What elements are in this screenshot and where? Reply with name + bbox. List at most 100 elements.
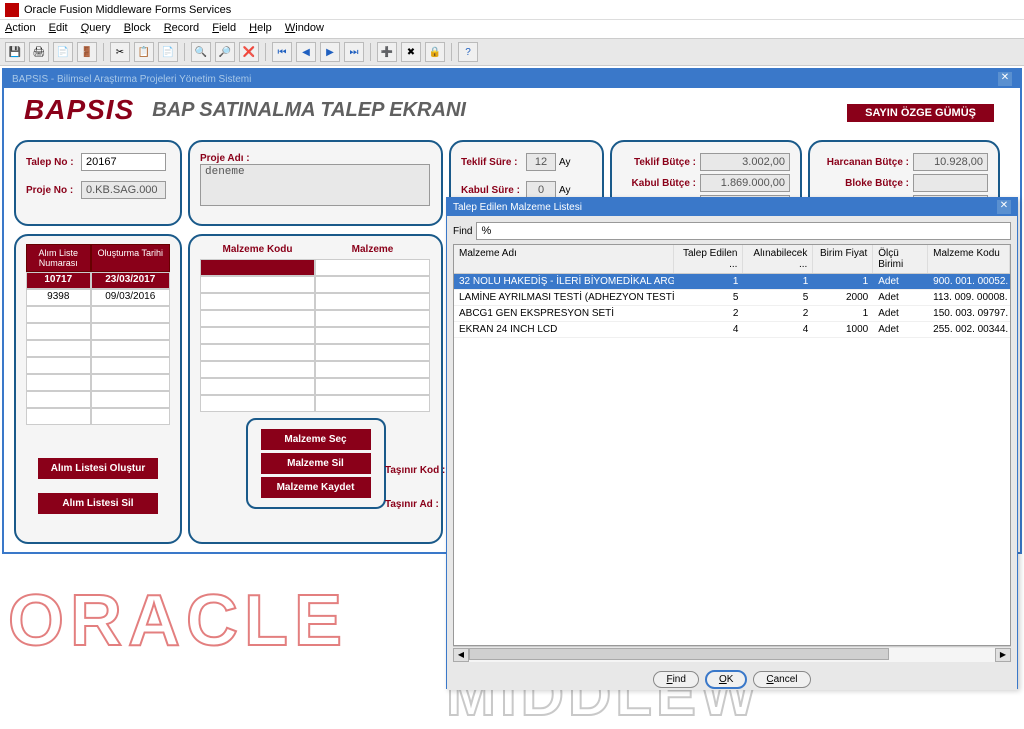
teklif-butce-input[interactable] — [700, 153, 790, 171]
modal-cancel-button[interactable]: Cancel — [753, 671, 810, 688]
mat-row-empty[interactable] — [200, 344, 431, 361]
gc-fiyat: 1000 — [813, 322, 873, 337]
tb-insert-icon[interactable]: ➕ — [377, 42, 397, 62]
tb-sep — [103, 43, 104, 61]
talep-no-input[interactable] — [81, 153, 166, 171]
modal-malzeme-listesi: Talep Edilen Malzeme Listesi ✕ Find Malz… — [446, 197, 1018, 689]
ay-suffix: Ay — [559, 157, 571, 168]
tb-paste-icon[interactable]: 📄 — [158, 42, 178, 62]
menu-record[interactable]: Record — [164, 22, 199, 34]
teklif-sure-label: Teklif Süre : — [461, 157, 526, 168]
mat-row-empty[interactable] — [200, 395, 431, 412]
alim-sil-button[interactable]: Alım Listesi Sil — [38, 493, 158, 514]
hs-track[interactable] — [469, 648, 995, 662]
tb-last-icon[interactable]: ⏭ — [344, 42, 364, 62]
toolbar: 💾 🖨 📄 🚪 ✂ 📋 📄 🔍 🔎 ❌ ⏮ ◀ ▶ ⏭ ➕ ✖ 🔒 ? — [0, 38, 1024, 66]
menu-query[interactable]: Query — [81, 22, 111, 34]
gc-adi: 32 NOLU HAKEDİŞ - İLERİ BİYOMEDİKAL ARGE… — [454, 274, 674, 289]
hs-right-icon[interactable]: ▶ — [995, 648, 1011, 662]
tb-query-cancel-icon[interactable]: ❌ — [239, 42, 259, 62]
mat-row-empty[interactable] — [200, 259, 431, 276]
menu-edit[interactable]: Edit — [49, 22, 68, 34]
teklif-sure-input[interactable] — [526, 153, 556, 171]
gh-alinabilecek[interactable]: Alınabilecek ... — [743, 245, 813, 273]
kabul-butce-input[interactable] — [700, 174, 790, 192]
talep-no-label: Talep No : — [26, 157, 81, 168]
mat-row-empty[interactable] — [200, 327, 431, 344]
gc-olcu: Adet — [873, 322, 928, 337]
inner-title: BAPSIS - Bilimsel Araştırma Projeleri Yö… — [12, 74, 251, 85]
tb-query-exec-icon[interactable]: 🔎 — [215, 42, 235, 62]
tb-setup-icon[interactable]: 📄 — [53, 42, 73, 62]
tb-cut-icon[interactable]: ✂ — [110, 42, 130, 62]
alim-row[interactable]: 939809/03/2016 — [26, 289, 170, 306]
grid-row[interactable]: LAMİNE AYRILMASI TESTİ (ADHEZYON TESTİ) … — [454, 290, 1010, 306]
tb-lock-icon[interactable]: 🔒 — [425, 42, 445, 62]
modal-titlebar: Talep Edilen Malzeme Listesi ✕ — [447, 198, 1017, 216]
inner-close-icon[interactable]: ✕ — [998, 72, 1012, 86]
modal-find-button[interactable]: Find — [653, 671, 698, 688]
mat-row-empty[interactable] — [200, 361, 431, 378]
gh-kod[interactable]: Malzeme Kodu — [928, 245, 1010, 273]
menu-field[interactable]: Field — [212, 22, 236, 34]
alim-row-empty[interactable] — [26, 408, 170, 425]
menu-window[interactable]: Window — [285, 22, 324, 34]
malzeme-kaydet-button[interactable]: Malzeme Kaydet — [261, 477, 371, 498]
menu-action[interactable]: Action — [5, 22, 36, 34]
gc-olcu: Adet — [873, 290, 928, 305]
malzeme-sil-button[interactable]: Malzeme Sil — [261, 453, 371, 474]
tb-query-enter-icon[interactable]: 🔍 — [191, 42, 211, 62]
menu-block[interactable]: Block — [124, 22, 151, 34]
harcanan-butce-label: Harcanan Bütçe : — [820, 157, 913, 168]
tb-exit-icon[interactable]: 🚪 — [77, 42, 97, 62]
menu-help[interactable]: Help — [249, 22, 272, 34]
gc-adi: ABCG1 GEN EKSPRESYON SETİ — [454, 306, 674, 321]
grid-row[interactable]: EKRAN 24 INCH LCD 4 4 1000 Adet 255. 002… — [454, 322, 1010, 338]
tb-save-icon[interactable]: 💾 — [5, 42, 25, 62]
modal-ok-button[interactable]: OK — [705, 670, 747, 689]
grid-row[interactable]: ABCG1 GEN EKSPRESYON SETİ 2 2 1 Adet 150… — [454, 306, 1010, 322]
proje-no-input[interactable] — [81, 181, 166, 199]
modal-close-icon[interactable]: ✕ — [997, 200, 1011, 214]
hs-left-icon[interactable]: ◀ — [453, 648, 469, 662]
alim-row-empty[interactable] — [26, 391, 170, 408]
ay-suffix2: Ay — [559, 185, 571, 196]
tb-next-icon[interactable]: ▶ — [320, 42, 340, 62]
alim-row-empty[interactable] — [26, 374, 170, 391]
mat-row-empty[interactable] — [200, 276, 431, 293]
tb-first-icon[interactable]: ⏮ — [272, 42, 292, 62]
harcanan-butce-input[interactable] — [913, 153, 988, 171]
alim-row-empty[interactable] — [26, 306, 170, 323]
alim-no: 10717 — [26, 272, 91, 289]
grid-row[interactable]: 32 NOLU HAKEDİŞ - İLERİ BİYOMEDİKAL ARGE… — [454, 274, 1010, 290]
mat-row-empty[interactable] — [200, 293, 431, 310]
alim-row-empty[interactable] — [26, 357, 170, 374]
list-h2: Oluşturma Tarihi — [91, 244, 170, 272]
tb-remove-icon[interactable]: ✖ — [401, 42, 421, 62]
gh-olcu[interactable]: Ölçü Birimi — [873, 245, 928, 273]
mat-row-empty[interactable] — [200, 378, 431, 395]
gc-olcu: Adet — [873, 274, 928, 289]
alim-row-empty[interactable] — [26, 340, 170, 357]
proje-adi-input[interactable]: deneme — [200, 164, 430, 206]
gh-malzeme-adi[interactable]: Malzeme Adı — [454, 245, 674, 273]
tb-print-icon[interactable]: 🖨 — [29, 42, 49, 62]
malzeme-sec-button[interactable]: Malzeme Seç — [261, 429, 371, 450]
alim-row[interactable]: 1071723/03/2017 — [26, 272, 170, 289]
gh-birim-fiyat[interactable]: Birim Fiyat — [813, 245, 873, 273]
alim-olustur-button[interactable]: Alım Listesi Oluştur — [38, 458, 158, 479]
hs-thumb[interactable] — [469, 648, 889, 660]
mat-row-empty[interactable] — [200, 310, 431, 327]
alim-date: 09/03/2016 — [91, 289, 170, 306]
gh-talep[interactable]: Talep Edilen ... — [674, 245, 744, 273]
find-input[interactable] — [476, 222, 1011, 240]
hscrollbar[interactable]: ◀ ▶ — [453, 646, 1011, 662]
gc-alin: 2 — [743, 306, 813, 321]
alim-row-empty[interactable] — [26, 323, 170, 340]
tb-prev-icon[interactable]: ◀ — [296, 42, 316, 62]
tb-help-icon[interactable]: ? — [458, 42, 478, 62]
tb-copy-icon[interactable]: 📋 — [134, 42, 154, 62]
gc-talep: 4 — [674, 322, 744, 337]
bloke-butce-input[interactable] — [913, 174, 988, 192]
proje-no-label: Proje No : — [26, 185, 81, 196]
